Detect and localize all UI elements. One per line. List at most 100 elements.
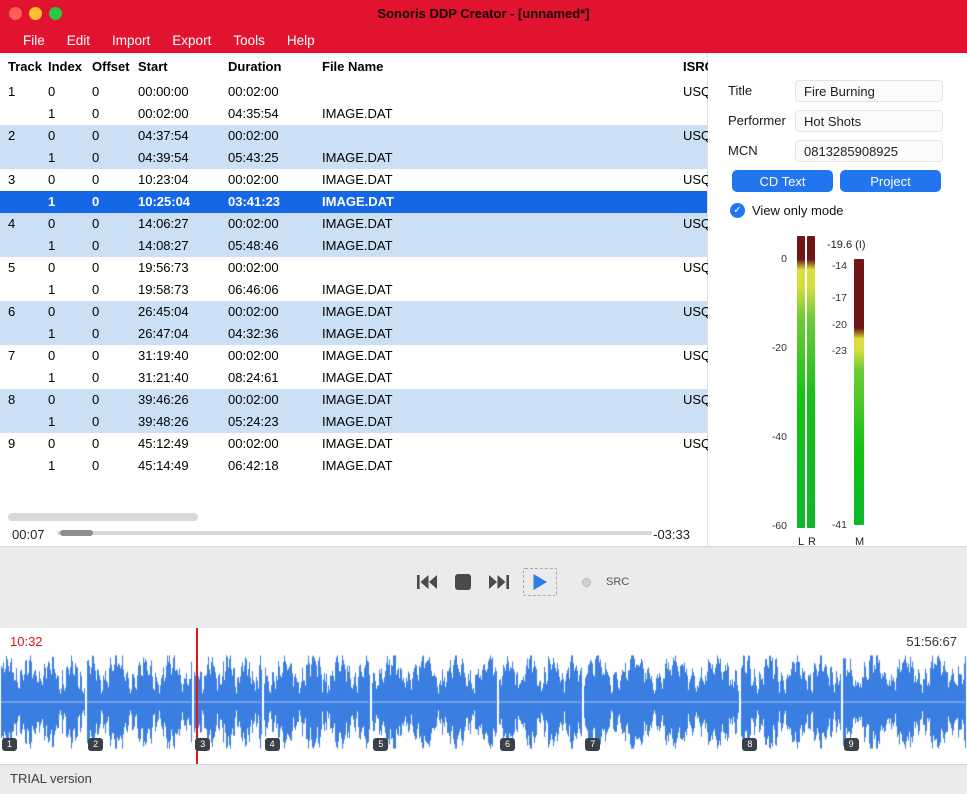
cell-start: 14:06:27 [138, 213, 226, 235]
menu-tools[interactable]: Tools [222, 28, 276, 53]
cell-offset: 0 [92, 81, 136, 103]
cell-start: 39:48:26 [138, 411, 226, 433]
play-button[interactable] [523, 568, 557, 596]
table-row[interactable]: 1010:25:0403:41:23IMAGE.DAT [0, 191, 707, 213]
stop-button[interactable] [451, 571, 475, 593]
cell-isrc [683, 235, 708, 257]
cell-duration: 00:02:00 [228, 433, 320, 455]
table-row[interactable]: 1031:21:4008:24:61IMAGE.DAT [0, 367, 707, 389]
table-row[interactable]: 60026:45:0400:02:00IMAGE.DATUSQ [0, 301, 707, 323]
column-header-track[interactable]: Track [8, 56, 46, 78]
horizontal-scrollbar[interactable] [8, 513, 198, 521]
cell-offset: 0 [92, 279, 136, 301]
menu-file[interactable]: File [12, 28, 56, 53]
cell-isrc [683, 455, 708, 477]
menu-import[interactable]: Import [101, 28, 161, 53]
column-header-offset[interactable]: Offset [92, 56, 136, 78]
cell-file [322, 257, 678, 279]
performer-input[interactable] [795, 110, 943, 132]
cell-file [322, 81, 678, 103]
table-row[interactable]: 90045:12:4900:02:00IMAGE.DATUSQ [0, 433, 707, 455]
table-row[interactable]: 1039:48:2605:24:23IMAGE.DAT [0, 411, 707, 433]
table-row[interactable]: 1000:02:0004:35:54IMAGE.DAT [0, 103, 707, 125]
cell-file: IMAGE.DAT [322, 455, 678, 477]
performer-field-row: Performer [709, 110, 967, 132]
view-only-label: View only mode [752, 203, 844, 218]
cell-track: 2 [8, 125, 46, 147]
table-row[interactable]: 70031:19:4000:02:00IMAGE.DATUSQ [0, 345, 707, 367]
cell-duration: 05:43:25 [228, 147, 320, 169]
waveform-track-marker: 6 [500, 738, 515, 751]
column-header-index[interactable]: Index [48, 56, 90, 78]
mcn-input[interactable] [795, 140, 943, 162]
cell-start: 10:25:04 [138, 191, 226, 213]
cell-duration: 00:02:00 [228, 81, 320, 103]
skip-forward-icon [488, 574, 510, 590]
cell-track: 6 [8, 301, 46, 323]
table-row[interactable]: 1004:39:5405:43:25IMAGE.DAT [0, 147, 707, 169]
cell-isrc [683, 279, 708, 301]
table-row[interactable]: 50019:56:7300:02:00USQ [0, 257, 707, 279]
view-only-icon: ✓ [730, 203, 745, 218]
cell-file: IMAGE.DAT [322, 367, 678, 389]
cell-index: 1 [48, 367, 90, 389]
total-time-label: 51:56:67 [906, 634, 957, 649]
waveform-canvas[interactable] [0, 654, 967, 750]
src-indicator-led [582, 578, 591, 587]
title-input[interactable] [795, 80, 943, 102]
cell-file: IMAGE.DAT [322, 411, 678, 433]
cell-isrc: USQ [683, 213, 708, 235]
cell-offset: 0 [92, 147, 136, 169]
cell-duration: 04:35:54 [228, 103, 320, 125]
cell-file: IMAGE.DAT [322, 433, 678, 455]
table-row[interactable]: 1045:14:4906:42:18IMAGE.DAT [0, 455, 707, 477]
cell-file: IMAGE.DAT [322, 147, 678, 169]
column-header-filename[interactable]: File Name [322, 56, 678, 78]
table-row[interactable]: 30010:23:0400:02:00IMAGE.DATUSQ [0, 169, 707, 191]
cd-text-button[interactable]: CD Text [732, 170, 833, 192]
table-row[interactable]: 80039:46:2600:02:00IMAGE.DATUSQ [0, 389, 707, 411]
table-row[interactable]: 1019:58:7306:46:06IMAGE.DAT [0, 279, 707, 301]
cell-track: 8 [8, 389, 46, 411]
cell-isrc: USQ [683, 389, 708, 411]
cell-offset: 0 [92, 213, 136, 235]
project-button[interactable]: Project [840, 170, 941, 192]
menu-edit[interactable]: Edit [56, 28, 101, 53]
cell-file: IMAGE.DAT [322, 213, 678, 235]
seek-slider-thumb[interactable] [60, 530, 93, 536]
column-header-start[interactable]: Start [138, 56, 226, 78]
window-title: Sonoris DDP Creator - [unnamed*] [0, 0, 967, 28]
next-track-button[interactable] [484, 571, 514, 593]
cell-file: IMAGE.DAT [322, 345, 678, 367]
cell-track: 5 [8, 257, 46, 279]
cell-offset: 0 [92, 367, 136, 389]
table-row[interactable]: 1014:08:2705:48:46IMAGE.DAT [0, 235, 707, 257]
table-row[interactable]: 40014:06:2700:02:00IMAGE.DATUSQ [0, 213, 707, 235]
cell-track: 3 [8, 169, 46, 191]
m-scale-23: -23 [813, 345, 847, 357]
menu-export[interactable]: Export [161, 28, 222, 53]
cell-file: IMAGE.DAT [322, 323, 678, 345]
cell-duration: 04:32:36 [228, 323, 320, 345]
performer-label: Performer [728, 113, 786, 128]
table-row[interactable]: 1026:47:0404:32:36IMAGE.DAT [0, 323, 707, 345]
column-header-duration[interactable]: Duration [228, 56, 320, 78]
cell-isrc: USQ [683, 81, 708, 103]
seek-slider[interactable] [57, 531, 652, 535]
cell-start: 26:45:04 [138, 301, 226, 323]
view-only-mode-toggle[interactable]: ✓ View only mode [730, 202, 844, 218]
cell-index: 0 [48, 169, 90, 191]
cell-track: 9 [8, 433, 46, 455]
menu-help[interactable]: Help [276, 28, 326, 53]
cell-offset: 0 [92, 323, 136, 345]
playhead-time-label: 10:32 [10, 634, 43, 649]
table-row[interactable]: 20004:37:5400:02:00USQ [0, 125, 707, 147]
table-row[interactable]: 10000:00:0000:02:00USQ [0, 81, 707, 103]
previous-track-button[interactable] [412, 571, 442, 593]
cell-start: 04:39:54 [138, 147, 226, 169]
column-header-isrc[interactable]: ISRC [683, 56, 708, 78]
cell-start: 26:47:04 [138, 323, 226, 345]
window-titlebar: Sonoris DDP Creator - [unnamed*] [0, 0, 967, 28]
meter-bar-left [797, 236, 805, 528]
cell-offset: 0 [92, 433, 136, 455]
